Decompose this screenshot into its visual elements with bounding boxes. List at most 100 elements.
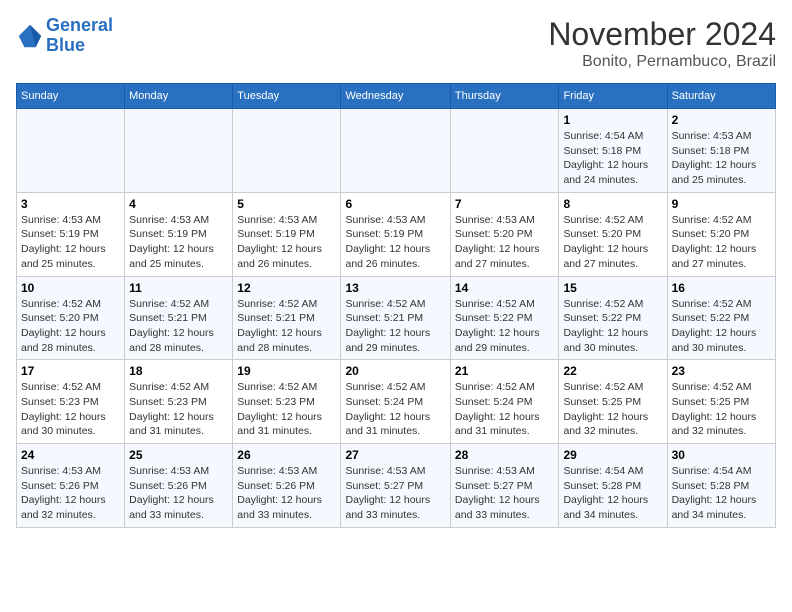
calendar-cell: 2Sunrise: 4:53 AM Sunset: 5:18 PM Daylig… [667,109,775,193]
day-number: 4 [129,197,228,211]
day-number: 6 [345,197,445,211]
calendar-week-row: 24 Sunrise: 4:53 AM Sunset: 5:26 PM Dayli… [17,444,776,528]
calendar-week-row: 17 Sunrise: 4:52 AM Sunset: 5:23 PM Dayli… [17,360,776,444]
day-info: Sunrise: 4:53 AM Sunset: 5:19 PM Dayligh… [237,213,336,272]
page-subtitle: Bonito, Pernambuco, Brazil [548,53,776,71]
day-number: 24 [21,448,120,462]
day-number: 26 [237,448,336,462]
day-number: 29 [563,448,662,462]
day-info: Sunrise: 4:53 AM Sunset: 5:26 PM Dayligh… [237,464,336,523]
calendar-cell: 1Sunrise: 4:54 AM Sunset: 5:18 PM Daylig… [559,109,667,193]
calendar-cell: 19 Sunrise: 4:52 AM Sunset: 5:23 PM Dayli… [233,360,341,444]
calendar-week-row: 3 Sunrise: 4:53 AM Sunset: 5:19 PM Daylig… [17,192,776,276]
calendar-cell: 6 Sunrise: 4:53 AM Sunset: 5:19 PM Daylig… [341,192,450,276]
day-info: Sunrise: 4:52 AM Sunset: 5:20 PM Dayligh… [672,213,771,272]
calendar-cell: 7 Sunrise: 4:53 AM Sunset: 5:20 PM Daylig… [450,192,559,276]
day-number: 28 [455,448,555,462]
day-info: Sunrise: 4:53 AM Sunset: 5:19 PM Dayligh… [345,213,445,272]
day-info: Sunrise: 4:52 AM Sunset: 5:23 PM Dayligh… [21,380,120,439]
calendar-cell: 24 Sunrise: 4:53 AM Sunset: 5:26 PM Dayli… [17,444,125,528]
calendar-week-row: 1Sunrise: 4:54 AM Sunset: 5:18 PM Daylig… [17,109,776,193]
calendar-cell: 21Sunrise: 4:52 AM Sunset: 5:24 PM Dayli… [450,360,559,444]
day-info: Sunrise: 4:53 AM Sunset: 5:26 PM Dayligh… [129,464,228,523]
page-title: November 2024 [548,16,776,53]
day-info: Sunrise: 4:53 AM Sunset: 5:20 PM Dayligh… [455,213,555,272]
calendar-table: SundayMondayTuesdayWednesdayThursdayFrid… [16,83,776,528]
day-info: Sunrise: 4:52 AM Sunset: 5:20 PM Dayligh… [21,297,120,356]
calendar-cell: 3 Sunrise: 4:53 AM Sunset: 5:19 PM Daylig… [17,192,125,276]
weekday-header-row: SundayMondayTuesdayWednesdayThursdayFrid… [17,84,776,109]
day-info: Sunrise: 4:53 AM Sunset: 5:26 PM Dayligh… [21,464,120,523]
day-info: Sunrise: 4:54 AM Sunset: 5:18 PM Dayligh… [563,129,662,188]
calendar-cell: 23Sunrise: 4:52 AM Sunset: 5:25 PM Dayli… [667,360,775,444]
logo: General Blue [16,16,113,56]
day-info: Sunrise: 4:52 AM Sunset: 5:23 PM Dayligh… [237,380,336,439]
day-info: Sunrise: 4:52 AM Sunset: 5:20 PM Dayligh… [563,213,662,272]
calendar-cell: 22Sunrise: 4:52 AM Sunset: 5:25 PM Dayli… [559,360,667,444]
calendar-cell: 16 Sunrise: 4:52 AM Sunset: 5:22 PM Dayli… [667,276,775,360]
calendar-cell: 10 Sunrise: 4:52 AM Sunset: 5:20 PM Dayli… [17,276,125,360]
day-info: Sunrise: 4:53 AM Sunset: 5:27 PM Dayligh… [455,464,555,523]
day-number: 12 [237,281,336,295]
day-info: Sunrise: 4:52 AM Sunset: 5:23 PM Dayligh… [129,380,228,439]
calendar-cell: 5 Sunrise: 4:53 AM Sunset: 5:19 PM Daylig… [233,192,341,276]
day-number: 5 [237,197,336,211]
day-number: 19 [237,364,336,378]
calendar-cell: 11 Sunrise: 4:52 AM Sunset: 5:21 PM Dayli… [125,276,233,360]
day-number: 23 [672,364,771,378]
day-info: Sunrise: 4:52 AM Sunset: 5:24 PM Dayligh… [345,380,445,439]
day-number: 15 [563,281,662,295]
calendar-cell [450,109,559,193]
day-number: 16 [672,281,771,295]
day-number: 11 [129,281,228,295]
day-number: 10 [21,281,120,295]
day-info: Sunrise: 4:53 AM Sunset: 5:19 PM Dayligh… [21,213,120,272]
day-info: Sunrise: 4:52 AM Sunset: 5:25 PM Dayligh… [563,380,662,439]
calendar-cell [341,109,450,193]
day-number: 3 [21,197,120,211]
calendar-cell: 15 Sunrise: 4:52 AM Sunset: 5:22 PM Dayli… [559,276,667,360]
day-info: Sunrise: 4:52 AM Sunset: 5:22 PM Dayligh… [455,297,555,356]
calendar-cell [17,109,125,193]
day-info: Sunrise: 4:53 AM Sunset: 5:19 PM Dayligh… [129,213,228,272]
day-number: 30 [672,448,771,462]
calendar-cell: 26 Sunrise: 4:53 AM Sunset: 5:26 PM Dayli… [233,444,341,528]
calendar-cell: 9Sunrise: 4:52 AM Sunset: 5:20 PM Daylig… [667,192,775,276]
weekday-header: Wednesday [341,84,450,109]
calendar-week-row: 10 Sunrise: 4:52 AM Sunset: 5:20 PM Dayli… [17,276,776,360]
day-number: 8 [563,197,662,211]
logo-icon [16,22,44,50]
calendar-cell: 29Sunrise: 4:54 AM Sunset: 5:28 PM Dayli… [559,444,667,528]
calendar-cell: 18 Sunrise: 4:52 AM Sunset: 5:23 PM Dayli… [125,360,233,444]
day-number: 25 [129,448,228,462]
day-number: 18 [129,364,228,378]
day-number: 7 [455,197,555,211]
calendar-cell: 12 Sunrise: 4:52 AM Sunset: 5:21 PM Dayli… [233,276,341,360]
calendar-cell: 13Sunrise: 4:52 AM Sunset: 5:21 PM Dayli… [341,276,450,360]
title-block: November 2024 Bonito, Pernambuco, Brazil [548,16,776,71]
day-info: Sunrise: 4:53 AM Sunset: 5:18 PM Dayligh… [672,129,771,188]
calendar-cell: 8 Sunrise: 4:52 AM Sunset: 5:20 PM Daylig… [559,192,667,276]
day-info: Sunrise: 4:53 AM Sunset: 5:27 PM Dayligh… [345,464,445,523]
logo-text: General Blue [46,16,113,56]
weekday-header: Sunday [17,84,125,109]
day-number: 14 [455,281,555,295]
weekday-header: Friday [559,84,667,109]
day-number: 17 [21,364,120,378]
calendar-cell [233,109,341,193]
day-info: Sunrise: 4:52 AM Sunset: 5:22 PM Dayligh… [672,297,771,356]
calendar-cell: 30Sunrise: 4:54 AM Sunset: 5:28 PM Dayli… [667,444,775,528]
day-info: Sunrise: 4:52 AM Sunset: 5:24 PM Dayligh… [455,380,555,439]
page-header: General Blue November 2024 Bonito, Perna… [16,16,776,71]
calendar-cell [125,109,233,193]
weekday-header: Tuesday [233,84,341,109]
calendar-cell: 17 Sunrise: 4:52 AM Sunset: 5:23 PM Dayli… [17,360,125,444]
day-info: Sunrise: 4:52 AM Sunset: 5:21 PM Dayligh… [129,297,228,356]
day-info: Sunrise: 4:52 AM Sunset: 5:21 PM Dayligh… [237,297,336,356]
day-info: Sunrise: 4:52 AM Sunset: 5:21 PM Dayligh… [345,297,445,356]
day-info: Sunrise: 4:52 AM Sunset: 5:22 PM Dayligh… [563,297,662,356]
calendar-cell: 27Sunrise: 4:53 AM Sunset: 5:27 PM Dayli… [341,444,450,528]
calendar-cell: 20Sunrise: 4:52 AM Sunset: 5:24 PM Dayli… [341,360,450,444]
calendar-cell: 28 Sunrise: 4:53 AM Sunset: 5:27 PM Dayli… [450,444,559,528]
weekday-header: Thursday [450,84,559,109]
